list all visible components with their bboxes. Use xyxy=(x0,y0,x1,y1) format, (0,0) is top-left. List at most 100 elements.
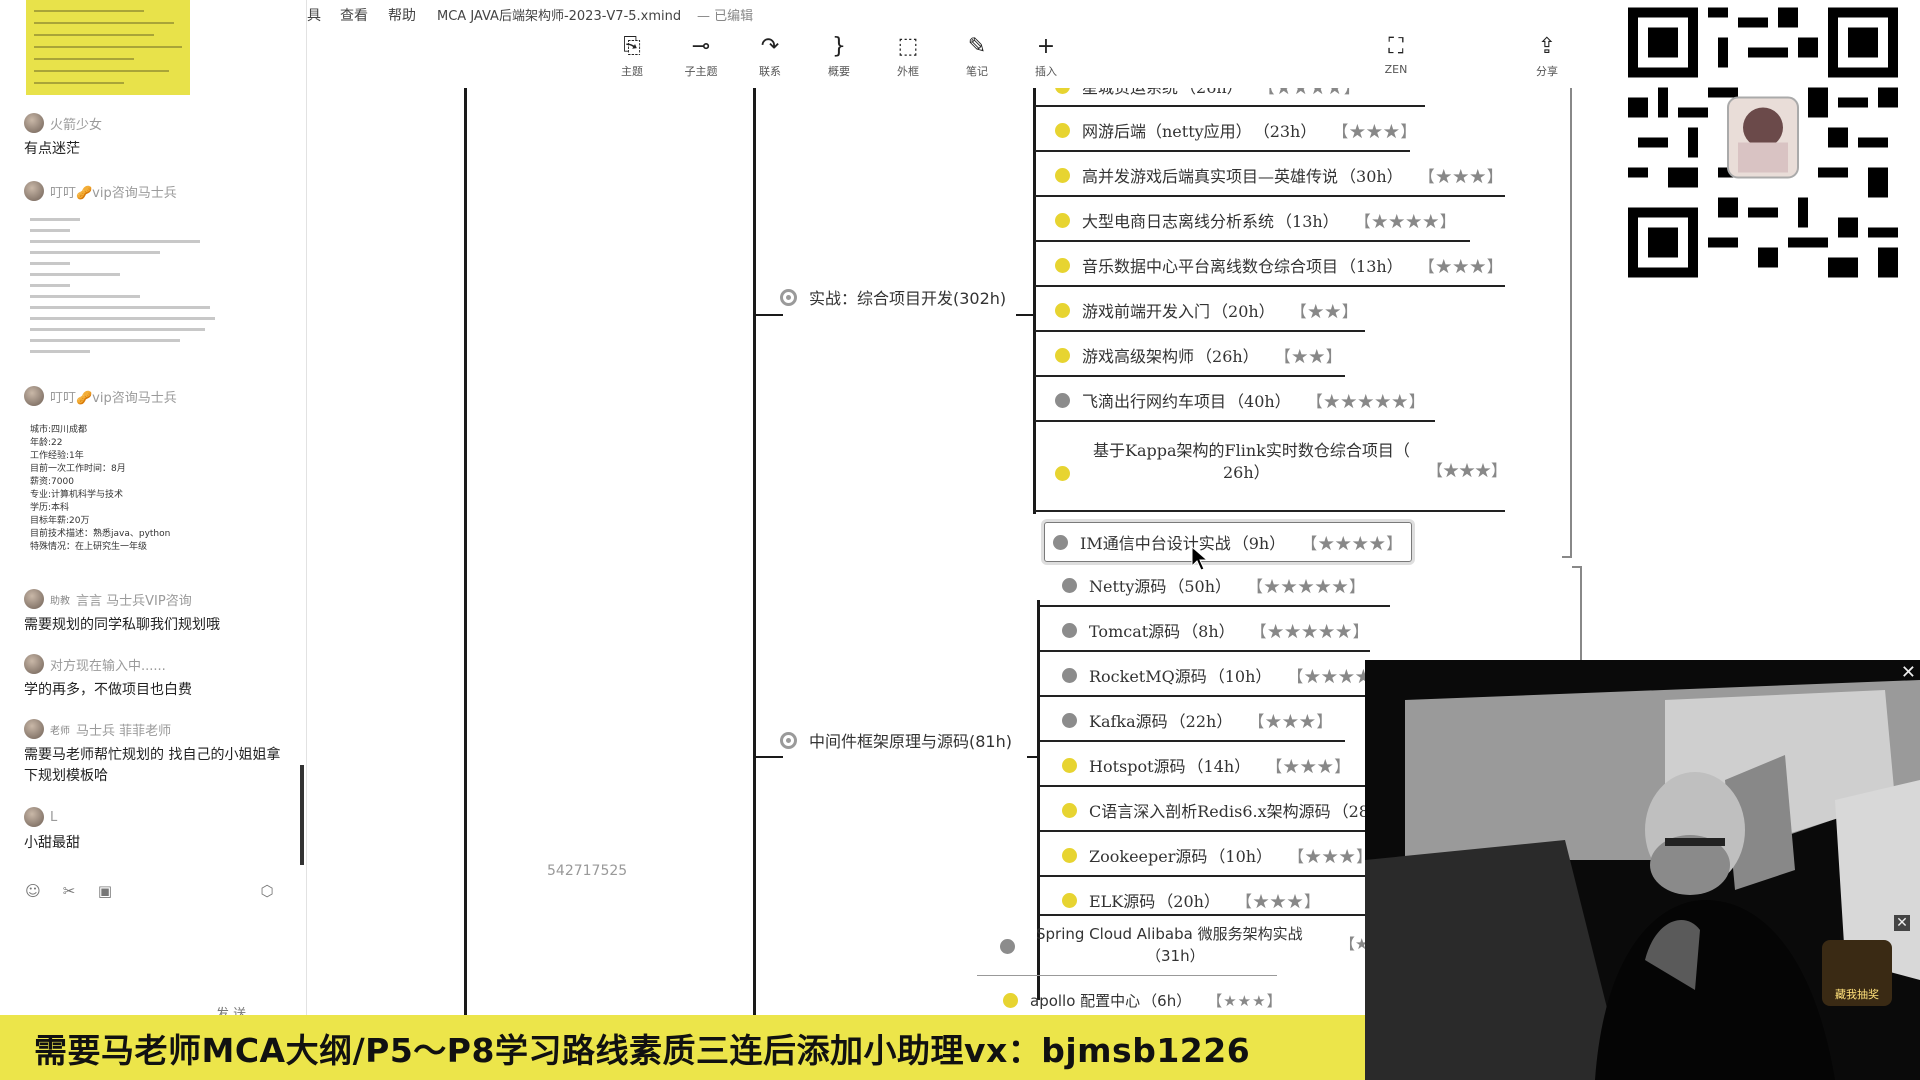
collapse-icon[interactable] xyxy=(780,731,797,749)
topic-node[interactable]: 基于Kappa架构的Flink实时数仓综合项目（ 26h） 【★★★】 xyxy=(1055,440,1515,490)
card-line: 年龄:22 xyxy=(30,438,63,448)
menu-help[interactable]: 帮助 xyxy=(388,5,416,25)
topic-node[interactable]: 高并发游戏后端真实项目—英雄传说 （30h） 【★★★】 xyxy=(1055,155,1504,195)
chat-text: 需要规划的同学私聊我们规划哦 xyxy=(24,617,220,633)
topic-node[interactable]: RocketMQ源码 （10h） 【★★★★ xyxy=(1062,655,1372,695)
connector-line xyxy=(1027,756,1039,758)
insert-button[interactable]: + 插入 xyxy=(1018,34,1074,79)
insert-icon: + xyxy=(1036,34,1056,59)
menu-tools[interactable]: 具 xyxy=(307,5,321,25)
node-underline xyxy=(1040,785,1365,787)
topic-node[interactable]: Netty源码 （50h） 【★★★★★】 xyxy=(1062,565,1366,605)
status-dot xyxy=(1062,667,1077,683)
topic-node[interactable]: 游戏前端开发入门 （20h） 【★★】 xyxy=(1055,290,1359,330)
topic-icon: ⎘ xyxy=(623,34,641,59)
status-dot xyxy=(1055,167,1070,183)
topic-node[interactable]: Kafka源码 （22h） 【★★★】 xyxy=(1062,700,1333,740)
close-icon[interactable]: ✕ xyxy=(1901,662,1916,683)
node-underline xyxy=(1035,150,1410,152)
scissors-icon[interactable]: ✂ xyxy=(60,882,78,900)
avatar[interactable] xyxy=(24,654,44,674)
topic-node[interactable]: 星城货运系统（26h）【★★★★】 xyxy=(1055,88,1361,106)
topic-node-selected[interactable]: IM通信中台设计实战 （9h） 【★★★★】 xyxy=(1044,522,1413,562)
chat-message: 助教 言言 马士兵VIP咨询 需要规划的同学私聊我们规划哦 xyxy=(24,589,294,636)
image-icon[interactable]: ▣ xyxy=(96,882,114,900)
close-icon[interactable]: ✕ xyxy=(1894,915,1910,931)
branch-title: 中间件框架原理与源码(81h) xyxy=(809,732,1012,751)
topic-button[interactable]: ⎘ 主题 xyxy=(604,34,660,79)
node-underline xyxy=(1035,285,1505,287)
settings-icon[interactable]: ⬡ xyxy=(258,882,276,900)
status-dot xyxy=(1062,802,1077,818)
relationship-icon: ↷ xyxy=(760,34,780,59)
chat-username: 火箭少女 xyxy=(50,117,103,133)
relationship-button[interactable]: ↷ 联系 xyxy=(742,34,798,79)
topic-node[interactable]: 网游后端（netty应用） （23h） 【★★★】 xyxy=(1055,110,1417,150)
status-dot xyxy=(1055,257,1070,273)
topic-node[interactable]: 游戏高级架构师 （26h） 【★★】 xyxy=(1055,335,1343,375)
zen-button[interactable]: ⛶ ZEN xyxy=(1368,34,1424,76)
avatar[interactable] xyxy=(24,181,44,201)
banner-text: 需要马老师MCA大纲/P5～P8学习路线素质三连后添加小助理vx：bjmsb12… xyxy=(34,1030,1251,1070)
smile-icon[interactable]: ☺ xyxy=(24,882,42,900)
status-dot xyxy=(1055,466,1070,481)
topic-node[interactable]: 音乐数据中心平台离线数仓综合项目 （13h） 【★★★】 xyxy=(1055,245,1504,285)
node-underline xyxy=(1035,195,1505,197)
mouse-cursor-icon xyxy=(1191,546,1209,571)
status-dot xyxy=(1003,992,1018,1008)
status-dot xyxy=(1062,622,1077,638)
subtopic-button[interactable]: ⊸ 子主题 xyxy=(673,34,729,79)
chat-username: 言言 马士兵VIP咨询 xyxy=(76,593,192,609)
topic-node[interactable]: 飞滴出行网约车项目 （40h） 【★★★★★】 xyxy=(1055,380,1426,420)
shared-image-thumbnail[interactable] xyxy=(26,0,190,95)
collapse-icon[interactable] xyxy=(780,288,797,306)
summary-button[interactable]: } 概要 xyxy=(811,34,867,79)
topic-node[interactable]: apollo 配置中心 （6h） 【★★★】 xyxy=(1003,980,1283,1018)
node-underline xyxy=(1040,914,1370,916)
avatar[interactable] xyxy=(24,807,44,827)
topic-node[interactable]: Zookeeper源码 （10h） 【★★★】 xyxy=(1062,835,1373,875)
topic-node[interactable]: Spring Cloud Alibaba 微服务架构实战 （31h） 【★ xyxy=(1000,923,1380,969)
note-button[interactable]: ✎ 笔记 xyxy=(949,34,1005,79)
menu-view[interactable]: 查看 xyxy=(340,5,368,25)
avatar[interactable] xyxy=(24,589,44,609)
avatar[interactable] xyxy=(24,386,44,406)
chat-text: 有点迷茫 xyxy=(24,141,80,157)
connector-line xyxy=(1016,314,1034,316)
node-underline xyxy=(1040,650,1370,652)
topic-node[interactable]: Tomcat源码 （8h） 【★★★★★】 xyxy=(1062,610,1370,650)
node-underline xyxy=(1040,740,1345,742)
branch-practical-projects[interactable]: 实战：综合项目开发(302h) xyxy=(780,285,1006,309)
card-line: 专业:计算机科学与技术 xyxy=(30,490,124,500)
lottery-badge[interactable]: 藏我抽奖 xyxy=(1822,940,1892,1006)
connector-line xyxy=(753,756,783,758)
promo-banner: 需要马老师MCA大纲/P5～P8学习路线素质三连后添加小助理vx：bjmsb12… xyxy=(0,1015,1365,1080)
topic-node[interactable]: 大型电商日志离线分析系统 （13h） 【★★★★】 xyxy=(1055,200,1457,240)
node-underline xyxy=(1035,510,1505,512)
node-underline xyxy=(1040,830,1370,832)
card-line: 工作经验:1年 xyxy=(30,451,84,461)
branch-middleware-source[interactable]: 中间件框架原理与源码(81h) xyxy=(780,728,1012,752)
zen-icon: ⛶ xyxy=(1388,34,1404,59)
connector-line xyxy=(753,88,756,1018)
connector-line xyxy=(464,88,467,1018)
chat-text: 需要马老师帮忙规划的 找自己的小姐姐拿下规划模板哈 xyxy=(24,747,281,784)
watermark-number: 542717525 xyxy=(547,863,628,879)
topic-node[interactable]: Hotspot源码 （14h） 【★★★】 xyxy=(1062,745,1351,785)
topic-node[interactable]: C语言深入剖析Redis6.x架构源码 （28 xyxy=(1062,790,1369,830)
connector-line xyxy=(753,314,783,316)
status-dot xyxy=(1062,847,1077,863)
subtopic-icon: ⊸ xyxy=(691,34,711,59)
chat-scrollbar[interactable] xyxy=(300,765,304,865)
avatar[interactable] xyxy=(24,719,44,739)
chat-text: 小甜最甜 xyxy=(24,835,80,851)
card-line: 目标年薪:20万 xyxy=(30,516,90,526)
node-underline xyxy=(1035,105,1425,107)
status-dot xyxy=(1062,712,1077,728)
avatar[interactable] xyxy=(24,113,44,133)
node-underline xyxy=(1040,695,1370,697)
badge-label: 藏我抽奖 xyxy=(1835,988,1879,1001)
boundary-button[interactable]: ⬚ 外框 xyxy=(880,34,936,79)
share-button[interactable]: ⇪ 分享 xyxy=(1519,34,1575,79)
chat-message: 对方现在输入中...... 学的再多，不做项目也白费 xyxy=(24,654,294,701)
